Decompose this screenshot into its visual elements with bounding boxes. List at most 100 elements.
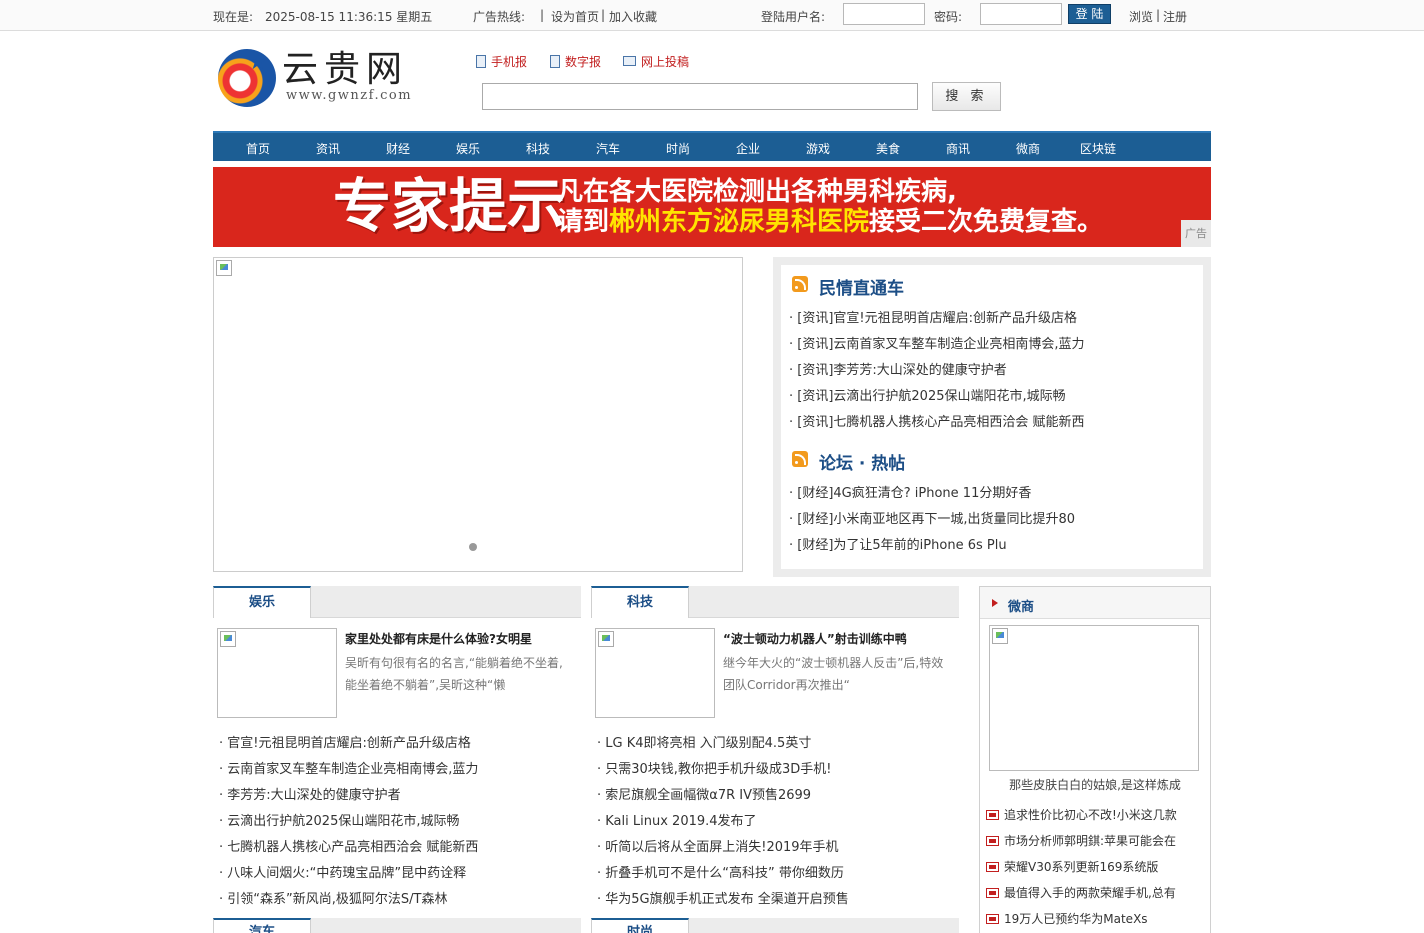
section-title-forum-hot: 论坛 · 热帖 <box>819 454 906 474</box>
nav-item-wechat-business[interactable]: 微商 <box>993 140 1063 157</box>
newspaper-icon <box>550 55 560 68</box>
phone-icon <box>476 55 486 68</box>
list-item[interactable]: · [财经]4G疯狂清仓? iPhone 11分期好香 <box>789 482 1031 501</box>
list-item[interactable]: · 听简以后将从全面屏上消失!2019年手机 <box>597 836 839 855</box>
section-title-public-opinion: 民情直通车 <box>819 279 904 299</box>
nav-item-fashion[interactable]: 时尚 <box>643 140 713 157</box>
slider-dot[interactable] <box>469 543 477 551</box>
banner-highlight: 郴州东方泌尿男科医院 <box>609 207 870 237</box>
featured-article-summary: 吴昕有句很有名的名言,“能躺着绝不坐着,能坐着绝不躺着”,吴昕这种“懒 <box>345 656 563 692</box>
banner-line-1: 凡在各大医院检测出各种男科疾病, <box>557 177 957 207</box>
broken-image-icon <box>220 631 236 647</box>
article-thumbnail[interactable] <box>217 628 337 718</box>
password-input[interactable] <box>980 3 1062 25</box>
broken-image-icon <box>992 628 1008 644</box>
broken-image-icon <box>598 631 614 647</box>
add-favorite-link[interactable]: 加入收藏 <box>609 8 657 25</box>
list-item[interactable]: · 引领“森系”新风尚,极狐阿尔法S/T森林 <box>219 888 447 907</box>
nav-item-enterprise[interactable]: 企业 <box>713 140 783 157</box>
list-item[interactable]: · [财经]小米南亚地区再下一城,出货量同比提升80 <box>789 508 1075 527</box>
featured-news-panel: 民情直通车 · [资讯]官宣!元祖昆明首店耀启:创新产品升级店格 · [资讯]云… <box>773 257 1211 577</box>
list-item[interactable]: 最值得入手的两款荣耀手机,总有 <box>986 884 1176 901</box>
logo-url: www.gwnzf.com <box>286 88 413 103</box>
nav-item-auto[interactable]: 汽车 <box>573 140 643 157</box>
password-label: 密码: <box>934 10 963 24</box>
list-item[interactable]: · 索尼旗舰全画幅微α7R IV预售2699 <box>597 784 811 803</box>
register-link[interactable]: 注册 <box>1163 8 1187 25</box>
list-item[interactable]: · [财经]为了让5年前的iPhone 6s Plu <box>789 534 1007 553</box>
list-item[interactable]: · [资讯]李芳芳:大山深处的健康守护者 <box>789 359 1007 378</box>
list-item[interactable]: · 华为5G旗舰手机正式发布 全渠道开启预售 <box>597 888 849 907</box>
top-bar: 现在是: 2025-08-15 11:36:15 星期五 广告热线: | 设为首… <box>0 0 1424 31</box>
logo-text: 云贵网 <box>282 49 409 90</box>
ad-banner[interactable]: 专家提示 凡在各大医院检测出各种男科疾病, 请到郴州东方泌尿男科医院接受二次免费… <box>213 167 1211 247</box>
list-item[interactable]: · [资讯]云南首家叉车整车制造企业亮相南博会,蓝力 <box>789 333 1085 352</box>
site-logo[interactable]: ★ 云贵网 www.gwnzf.com <box>218 46 433 108</box>
article-thumbnail[interactable] <box>595 628 715 718</box>
featured-image[interactable] <box>989 625 1199 771</box>
mobile-news-link[interactable]: 手机报 <box>476 53 527 70</box>
list-item[interactable]: · [资讯]七腾机器人携核心产品亮相西洽会 赋能新西 <box>789 411 1085 430</box>
featured-article-title[interactable]: “波士顿动力机器人”射击训练中鸭 <box>723 630 907 647</box>
login-button[interactable]: 登 陆 <box>1068 4 1111 24</box>
mail-icon <box>623 56 636 66</box>
list-item[interactable]: 19万人已预约华为MateXs <box>986 910 1148 927</box>
list-item[interactable]: · [资讯]官宣!元祖昆明首店耀启:创新产品升级店格 <box>789 307 1077 326</box>
digital-news-link[interactable]: 数字报 <box>550 53 601 70</box>
message-icon <box>986 836 999 846</box>
nav-item-business[interactable]: 商讯 <box>923 140 993 157</box>
divider: | <box>540 8 545 22</box>
list-item[interactable]: · Kali Linux 2019.4发布了 <box>597 810 757 829</box>
nav-item-news[interactable]: 资讯 <box>293 140 363 157</box>
list-item[interactable]: 荣耀V30系列更新169系统版 <box>986 858 1158 875</box>
ad-label: 广告 <box>1181 220 1211 247</box>
submit-article-link[interactable]: 网上投稿 <box>623 53 689 70</box>
nav-item-finance[interactable]: 财经 <box>363 140 433 157</box>
nav-item-food[interactable]: 美食 <box>853 140 923 157</box>
star-icon: ★ <box>248 50 268 75</box>
set-home-link[interactable]: 设为首页 <box>551 8 599 25</box>
nav-item-home[interactable]: 首页 <box>223 140 293 157</box>
list-item[interactable]: · 云南首家叉车整车制造企业亮相南博会,蓝力 <box>219 758 478 777</box>
list-item[interactable]: · 云滴出行护航2025保山端阳花市,城际畅 <box>219 810 459 829</box>
list-item[interactable]: · 官宣!元祖昆明首店耀启:创新产品升级店格 <box>219 732 471 751</box>
featured-image-caption[interactable]: 那些皮肤白白的姑娘,是这样炼成 <box>980 776 1210 793</box>
broken-image-icon <box>216 260 232 276</box>
message-icon <box>986 862 999 872</box>
list-item[interactable]: 追求性价比初心不改!小米这几款 <box>986 806 1177 823</box>
rss-icon <box>792 451 808 467</box>
rss-icon <box>792 276 808 292</box>
banner-line-2: 请到郴州东方泌尿男科医院接受二次免费复查。 <box>557 207 1104 237</box>
ad-hotline-label: 广告热线: <box>473 10 526 24</box>
list-item[interactable]: · [资讯]云滴出行护航2025保山端阳花市,城际畅 <box>789 385 1066 404</box>
divider: | <box>1156 8 1161 22</box>
nav-item-games[interactable]: 游戏 <box>783 140 853 157</box>
list-item[interactable]: · 七腾机器人携核心产品亮相西洽会 赋能新西 <box>219 836 478 855</box>
list-item[interactable]: · LG K4即将亮相 入门级别配4.5英寸 <box>597 732 811 751</box>
main-nav: 首页 资讯 财经 娱乐 科技 汽车 时尚 企业 游戏 美食 商讯 微商 区块链 <box>213 131 1211 161</box>
tab-entertainment[interactable]: 娱乐 <box>213 586 311 618</box>
browse-link[interactable]: 浏览 <box>1129 8 1153 25</box>
banner-headline: 专家提示 <box>333 172 566 240</box>
nav-item-blockchain[interactable]: 区块链 <box>1063 140 1133 157</box>
list-item[interactable]: · 只需30块钱,教你把手机升级成3D手机! <box>597 758 831 777</box>
tab-fashion[interactable]: 时尚 <box>591 918 689 933</box>
list-item[interactable]: · 八味人间烟火:“中药瑰宝品牌”昆中药诠释 <box>219 862 466 881</box>
wechat-business-panel: 微商 那些皮肤白白的姑娘,是这样炼成 追求性价比初心不改!小米这几款 市场分析师… <box>979 586 1211 933</box>
image-slider[interactable] <box>213 257 743 572</box>
current-datetime: 2025-08-15 11:36:15 星期五 <box>265 10 433 24</box>
list-item[interactable]: 市场分析师郭明錤:苹果可能会在 <box>986 832 1176 849</box>
search-button[interactable]: 搜 索 <box>932 82 1001 111</box>
panel-title: 微商 <box>1008 600 1035 615</box>
search-input[interactable] <box>482 83 918 110</box>
nav-item-entertainment[interactable]: 娱乐 <box>433 140 503 157</box>
list-item[interactable]: · 李芳芳:大山深处的健康守护者 <box>219 784 401 803</box>
arrow-right-icon <box>992 599 998 607</box>
username-input[interactable] <box>843 3 925 25</box>
featured-article-title[interactable]: 家里处处都有床是什么体验?女明星 <box>345 630 532 647</box>
list-item[interactable]: · 折叠手机可不是什么“高科技” 带你细数历 <box>597 862 844 881</box>
tab-tech[interactable]: 科技 <box>591 586 689 618</box>
nav-item-tech[interactable]: 科技 <box>503 140 573 157</box>
tab-auto[interactable]: 汽车 <box>213 918 311 933</box>
divider: | <box>601 8 606 22</box>
